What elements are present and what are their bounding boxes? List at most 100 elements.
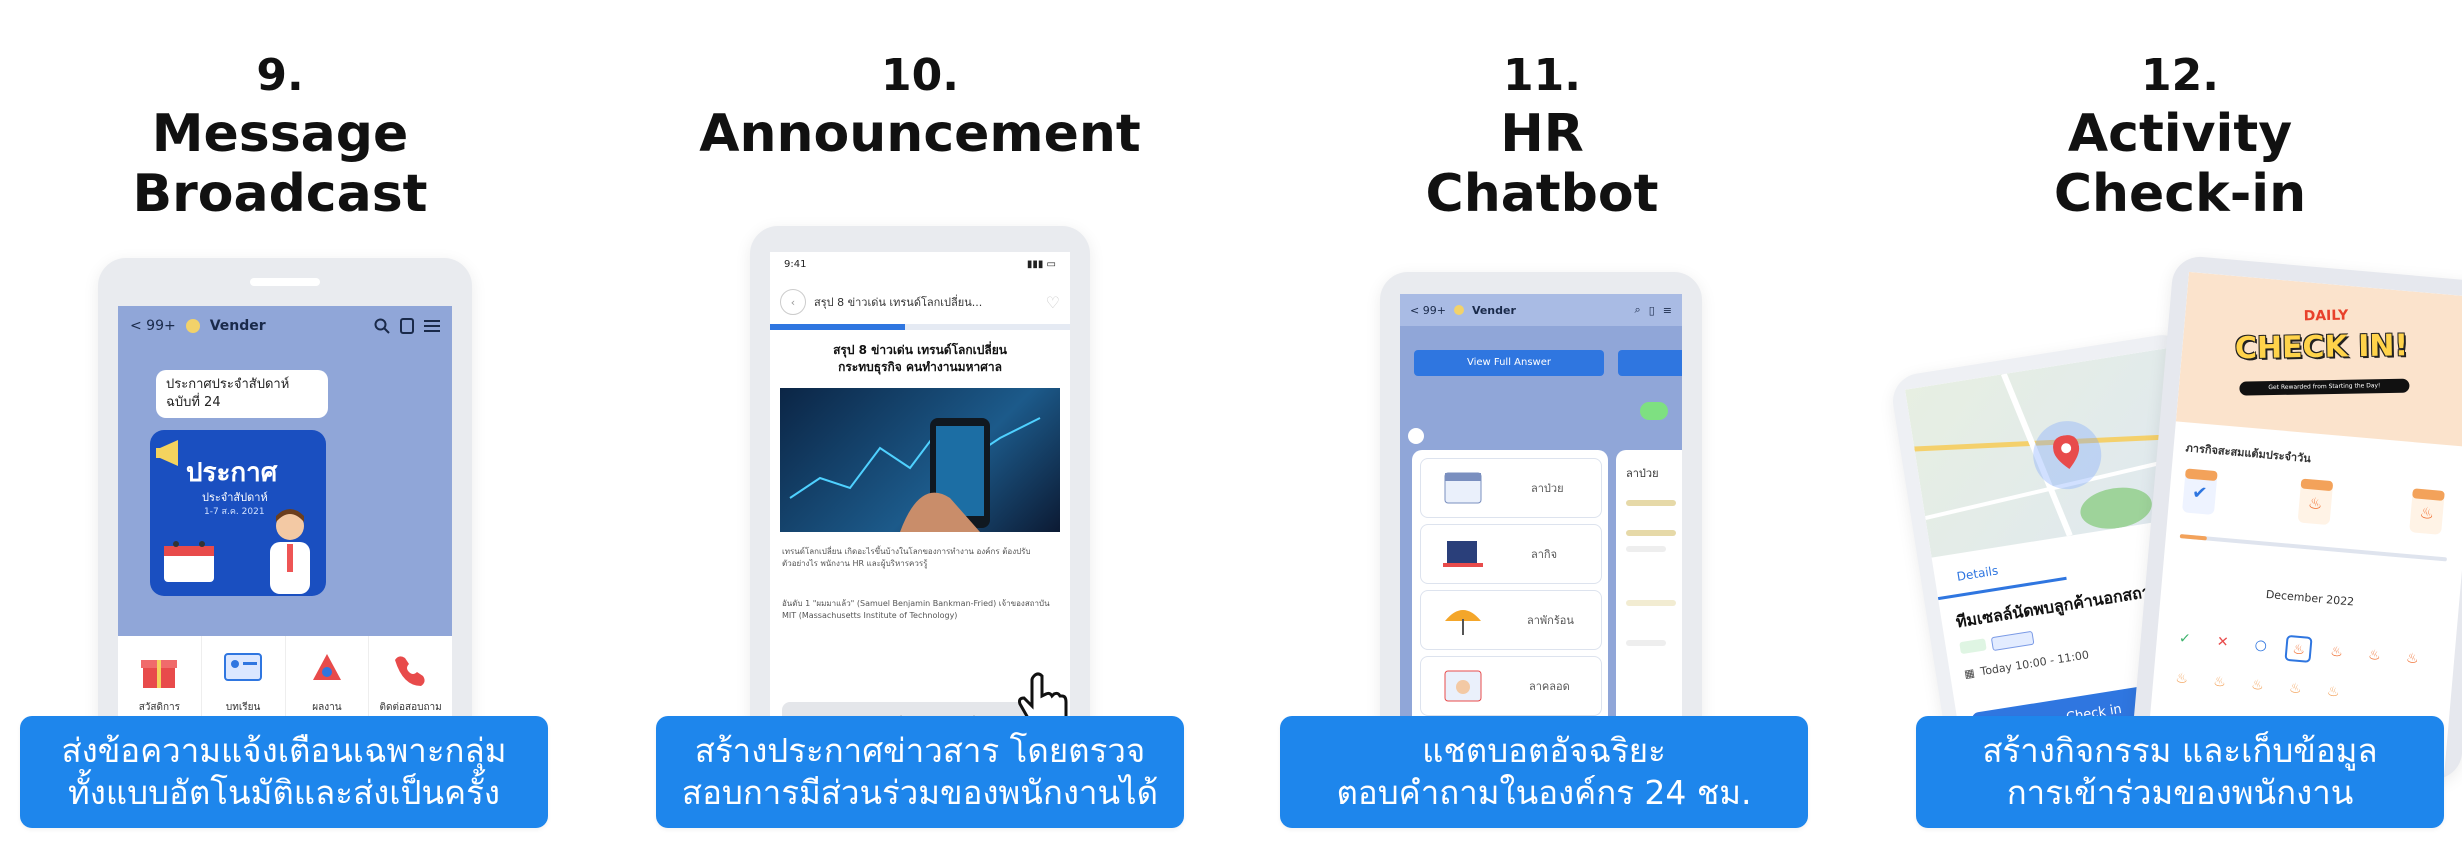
battery-icon: ▮▮▮ ▭ (1026, 258, 1056, 270)
back-arrow-icon[interactable]: ‹ (780, 289, 806, 315)
answer-line (1626, 546, 1666, 552)
user-reply-bubble (1640, 402, 1668, 420)
view-full-answer-button[interactable]: View Full Answer (1414, 350, 1604, 376)
details-tab[interactable]: Details (1956, 563, 1999, 583)
feature-number: 9. (256, 50, 304, 101)
poster-title: ประกาศ (186, 458, 278, 488)
checkin-day-2[interactable]: ♨ (2297, 478, 2334, 526)
title-line: Message (151, 104, 409, 164)
view-full-answer-button-2[interactable] (1618, 350, 1682, 376)
baby-calendar-icon (1444, 670, 1482, 702)
calendar-small-icon: ▦ (1963, 666, 1976, 681)
menu-icon[interactable] (424, 319, 440, 333)
answer-line (1626, 640, 1666, 646)
svg-text:♨: ♨ (2213, 674, 2227, 691)
search-icon[interactable] (374, 318, 390, 334)
feature-number: 10. (881, 50, 959, 101)
leave-option-maternity[interactable]: ลาคลอด (1420, 656, 1602, 716)
svg-text:♨: ♨ (2251, 677, 2265, 694)
message-bubble: ประกาศประจำสัปดาห์ ฉบับที่ 24 (156, 370, 328, 418)
feature-title: Announcement (640, 104, 1200, 164)
article-image (780, 388, 1060, 532)
feature-number: 12. (2141, 50, 2219, 101)
menu-icon[interactable]: ≡ (1663, 304, 1672, 317)
headline-line: สรุป 8 ข่าวเด่น เทรนด์โลกเปลี่ยน (833, 343, 1007, 357)
checkin-phone-mockup: DAILY CHECK IN! Get Rewarded from Starti… (2130, 254, 2462, 782)
feature-card-announcement: 10. Announcement 9:41 ▮▮▮ ▭ ‹ สรุป 8 ข่า… (640, 0, 1200, 847)
leave-option-vacation[interactable]: ลาพักร้อน (1420, 590, 1602, 650)
fire-icon: ♨ (2418, 502, 2435, 524)
feature-caption: สร้างกิจกรรม และเก็บข้อมูล การเข้าร่วมขอ… (1916, 716, 2444, 828)
daily-checkin-screen: DAILY CHECK IN! Get Rewarded from Starti… (2146, 271, 2462, 781)
rich-menu-label: ผลงาน (312, 702, 342, 713)
banner-tagline: Get Rewarded from Starting the Day! (2239, 378, 2410, 396)
rich-menu-label: ติดต่อสอบถาม (379, 702, 442, 713)
umbrella-icon (1445, 610, 1481, 635)
phone-icon[interactable] (400, 318, 414, 334)
chat-screen: < 99+ Vender ประกาศประจำสัปดาห์ ฉบับที่ … (118, 306, 452, 758)
answer-line (1626, 600, 1676, 606)
back-button[interactable]: < 99+ (130, 318, 176, 334)
nav-bar: ‹ สรุป 8 ข่าวเด่น เทรนด์โลกเปลี่ยน... ♡ (770, 282, 1070, 322)
checkin-banner: DAILY CHECK IN! Get Rewarded from Starti… (2175, 271, 2462, 448)
nav-title: สรุป 8 ข่าวเด่น เทรนด์โลกเปลี่ยน... (814, 296, 983, 309)
checkmark-icon: ✔ (2191, 482, 2209, 505)
title-line: Activity (2067, 104, 2293, 164)
feature-title: Activity Check-in (1900, 104, 2460, 224)
banner-main-title: CHECK IN! (2234, 328, 2409, 367)
phone-icon[interactable]: ▯ (1649, 304, 1655, 317)
event-time: ▦ Today 10:00 - 11:00 (1963, 648, 2090, 681)
status-time: 9:41 (784, 258, 807, 270)
leave-option-label: ลาป่วย (1531, 482, 1564, 495)
caption-line: ส่งข้อความแจ้งเตือนเฉพาะกลุ่ม (61, 731, 507, 770)
svg-text:✓: ✓ (2178, 630, 2191, 647)
feature-card-activity-check-in: 12. Activity Check-in Details ทีมเซลล์นั… (1888, 0, 2462, 847)
svg-text:♨: ♨ (2330, 644, 2344, 661)
caption-line: สร้างกิจกรรม และเก็บข้อมูล (1982, 731, 2378, 770)
read-progress-bar (770, 324, 1070, 330)
caption-line: แชตบอตอัจฉริยะ (1422, 731, 1666, 770)
search-icon[interactable]: ⌕ (1635, 303, 1641, 317)
sick-calendar-icon (1444, 472, 1482, 504)
back-button[interactable]: < 99+ (1410, 304, 1446, 317)
event-tag-meeting (1990, 630, 2035, 652)
chat-name: Vender (1471, 303, 1516, 317)
answer-line (1626, 500, 1676, 506)
telephone-icon (394, 656, 425, 686)
feature-title: HR Chatbot (1262, 104, 1822, 224)
announcement-poster[interactable]: ประกาศ ประจำสัปดาห์ 1-7 ส.ค. 2021 (150, 430, 326, 596)
answer-card: ลาป่วย (1616, 450, 1682, 752)
title-line: Check-in (2053, 164, 2307, 224)
article-quote: อันดับ 1 "ผมมาแล้ว" (Samuel Benjamin Ban… (782, 599, 1050, 620)
rich-menu-label: บทเรียน (225, 702, 261, 713)
svg-text:✕: ✕ (2216, 634, 2229, 651)
title-line: Broadcast (132, 164, 428, 224)
heart-icon[interactable]: ♡ (1046, 293, 1060, 312)
chat-name: Vender (209, 318, 266, 334)
svg-text:♨: ♨ (2326, 684, 2340, 701)
svg-text:♨: ♨ (2405, 650, 2419, 667)
mission-label: ภารกิจสะสมแต้มประจำวัน (2185, 441, 2312, 466)
article-headline: สรุป 8 ข่าวเด่น เทรนด์โลกเปลี่ยน กระทบธุ… (790, 342, 1050, 376)
avatar (185, 319, 200, 333)
feature-number: 11. (1503, 50, 1581, 101)
megaphone-icon (156, 440, 178, 466)
checkin-day-1[interactable]: ✔ (2181, 468, 2218, 516)
banner-small-title: DAILY (2303, 307, 2349, 325)
title-line: Chatbot (1425, 164, 1659, 224)
checkin-day-3[interactable]: ♨ (2409, 488, 2445, 535)
svg-text:○: ○ (2254, 637, 2268, 654)
event-tag-sale (1959, 638, 1987, 655)
phone-mockup: < 99+ Vender ประกาศประจำสัปดาห์ ฉบับที่ … (98, 258, 472, 758)
map-pin-icon (2053, 435, 2080, 469)
title-line: HR (1500, 104, 1584, 164)
leave-option-label: ลาคลอด (1529, 680, 1570, 693)
leave-option-personal[interactable]: ลากิจ (1420, 524, 1602, 584)
leave-option-sick[interactable]: ลาป่วย (1420, 458, 1602, 518)
phone-speaker (250, 278, 320, 286)
feature-caption: สร้างประกาศข่าวสาร โดยตรวจ สอบการมีส่วนร… (656, 716, 1184, 828)
svg-text:♨: ♨ (2368, 647, 2382, 664)
caption-line: ทั้งแบบอัตโนมัติและส่งเป็นครั้ง (68, 773, 500, 812)
svg-text:♨: ♨ (2292, 641, 2306, 658)
rich-menu-label: สวัสดิการ (138, 702, 181, 713)
